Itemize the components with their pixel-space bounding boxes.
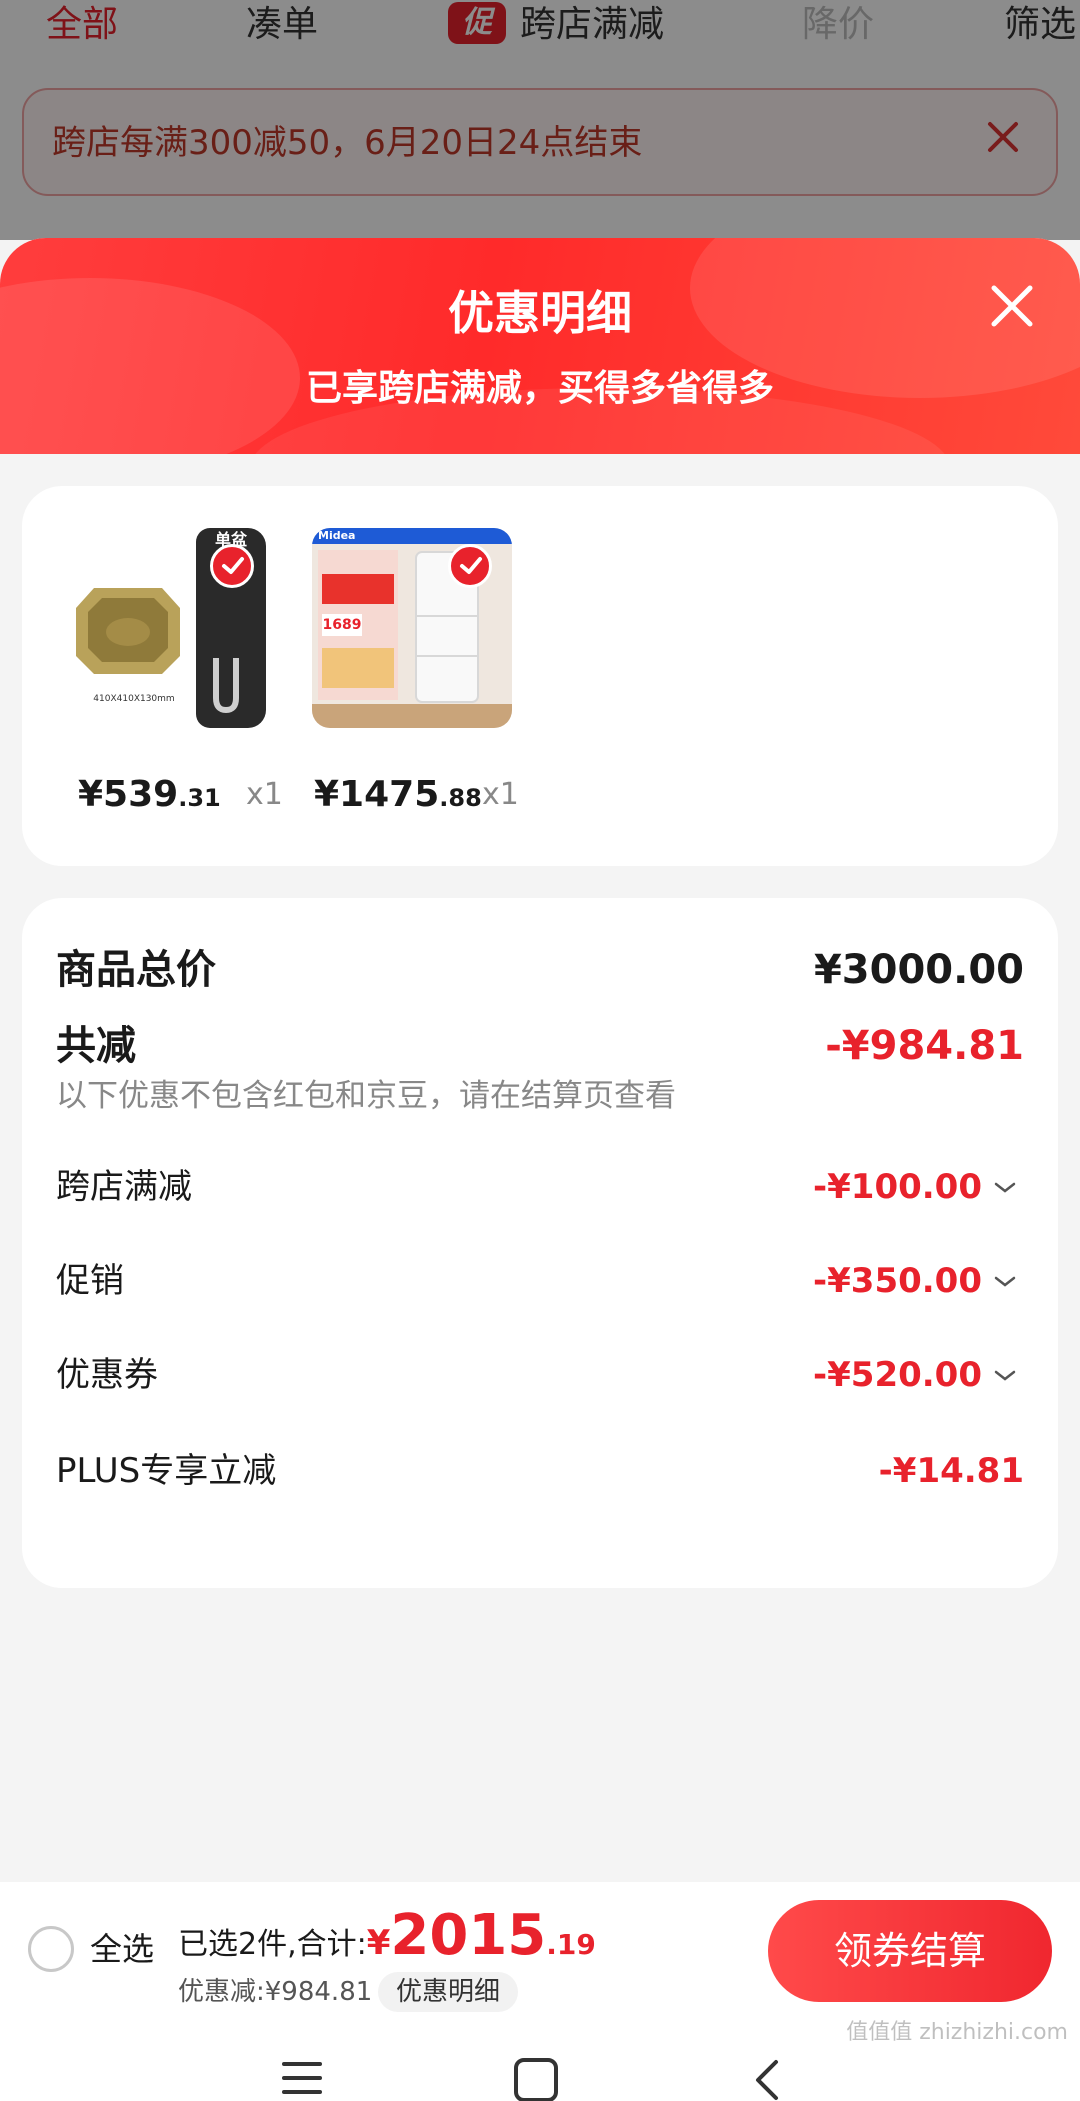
checkmark-icon: [448, 544, 492, 588]
home-icon[interactable]: [514, 2058, 558, 2101]
selected-count-text: 已选2件,合计:: [178, 1927, 367, 1962]
checkout-bar: 全选 已选2件,合计:¥2015.19 优惠减:¥984.81 优惠明细 领券结…: [0, 1882, 1080, 2022]
checkmark-icon: [210, 544, 254, 588]
product-price-integer: ¥539: [78, 774, 179, 815]
dim-overlay[interactable]: [0, 0, 1080, 240]
product-badge-price: 1689: [322, 617, 362, 633]
close-icon[interactable]: [984, 278, 1040, 334]
product-price-integer: ¥1475: [314, 774, 440, 815]
total-reduction-value: -¥984.81: [825, 1023, 1024, 1069]
product-quantity: x1: [482, 777, 519, 812]
discount-value-coupon[interactable]: -¥520.00: [813, 1350, 982, 1400]
discount-summary: 优惠减:¥984.81: [178, 1977, 373, 2007]
product-price: ¥1475.88: [314, 770, 482, 823]
discount-label-plus: PLUS专享立减: [56, 1451, 277, 1491]
total-integer: 2015: [390, 1903, 547, 1968]
checkout-button[interactable]: 领券结算: [768, 1900, 1052, 2002]
price-breakdown-card: 商品总价 ¥3000.00 共减 -¥984.81 以下优惠不包含红包和京豆，请…: [22, 898, 1058, 1588]
discount-value-plus: -¥14.81: [878, 1451, 1024, 1491]
select-all-checkbox[interactable]: [28, 1926, 74, 1972]
select-all-label[interactable]: 全选: [90, 1924, 154, 1974]
selected-total: 已选2件,合计:¥2015.19: [178, 1906, 596, 1975]
menu-icon[interactable]: [282, 2062, 326, 2098]
sheet-header: 优惠明细 已享跨店满减，买得多省得多: [0, 238, 1080, 454]
menu-icon-line: [282, 2076, 322, 2080]
product-price: ¥539.31: [78, 770, 221, 823]
menu-icon-line: [282, 2090, 322, 2094]
product-quantity: x1: [246, 777, 283, 812]
product-image-fridge[interactable]: Midea 1689: [312, 528, 512, 728]
sheet-title: 优惠明细: [448, 286, 632, 340]
total-currency: ¥: [366, 1923, 391, 1963]
chevron-down-icon[interactable]: [992, 1350, 1018, 1400]
total-decimal: .19: [546, 1928, 596, 1961]
discount-value-cross-store[interactable]: -¥100.00: [813, 1162, 982, 1212]
product-price-decimal: .31: [178, 784, 221, 812]
chevron-down-icon[interactable]: [992, 1256, 1018, 1306]
brand-label: Midea: [318, 529, 356, 542]
discount-label-coupon: 优惠券: [56, 1355, 158, 1395]
discount-note: 以下优惠不包含红包和京豆，请在结算页查看: [56, 1078, 676, 1114]
total-price-label: 商品总价: [56, 947, 216, 993]
total-price-value: ¥3000.00: [813, 947, 1024, 993]
products-card: 单盆 410X410X130mm ¥539.31 x1 Midea 1689 ¥…: [22, 486, 1058, 866]
discount-label-promotion: 促销: [56, 1261, 124, 1301]
discount-detail-button[interactable]: 优惠明细: [378, 1972, 519, 2012]
back-icon[interactable]: [752, 2058, 782, 2101]
total-reduction-label: 共减: [56, 1023, 136, 1069]
discount-detail-sheet: 优惠明细 已享跨店满减，买得多省得多 单盆 410X410X130mm ¥539…: [0, 238, 1080, 2101]
discount-label-cross-store: 跨店满减: [56, 1167, 192, 1207]
discount-value-promotion[interactable]: -¥350.00: [813, 1256, 982, 1306]
sheet-subtitle: 已享跨店满减，买得多省得多: [305, 368, 774, 409]
chevron-down-icon[interactable]: [992, 1162, 1018, 1212]
watermark: 值值值 zhizhizhi.com: [846, 2020, 1068, 2045]
product-price-decimal: .88: [439, 784, 482, 812]
product-image-sink[interactable]: 单盆 410X410X130mm: [66, 528, 266, 728]
product-image-label: 410X410X130mm: [93, 694, 175, 704]
menu-icon-line: [282, 2062, 322, 2066]
